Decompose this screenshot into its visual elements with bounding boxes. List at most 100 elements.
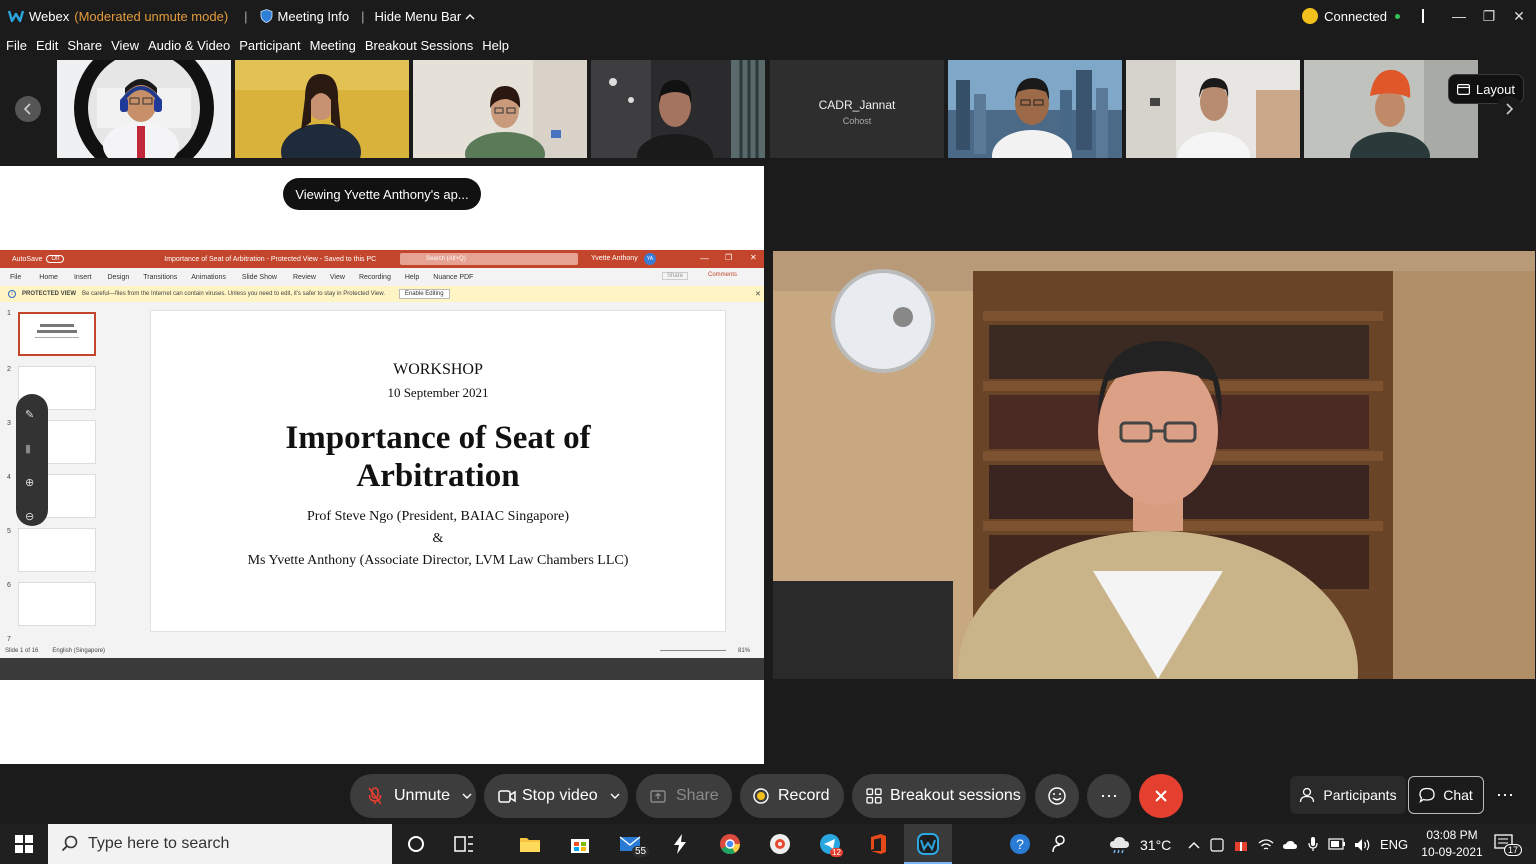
file-explorer-icon[interactable] — [518, 832, 542, 856]
menu-file[interactable]: File — [6, 38, 27, 53]
slide-ampersand: & — [432, 531, 444, 546]
ppt-tab: View — [329, 273, 345, 281]
menu-participant[interactable]: Participant — [239, 38, 300, 53]
menu-audio-video[interactable]: Audio & Video — [148, 38, 230, 53]
stop-video-button[interactable]: Stop video — [484, 774, 628, 818]
more-icon: ⋯ — [1496, 784, 1514, 805]
menu-view[interactable]: View — [111, 38, 139, 53]
share-button[interactable]: Share — [636, 774, 732, 818]
ppt-autosave-toggle: Off — [46, 255, 65, 263]
share-label: Share — [676, 787, 719, 804]
stop-video-label: Stop video — [522, 787, 598, 804]
clock-time[interactable]: 03:08 PM — [1420, 828, 1484, 842]
participant-video-tile[interactable] — [591, 60, 765, 158]
slide-thumbnail — [18, 582, 96, 626]
store-icon[interactable] — [568, 832, 592, 856]
ppt-search-box: Search (Alt+Q) — [400, 253, 578, 265]
weather-icon[interactable] — [1108, 832, 1132, 856]
people-icon[interactable] — [1050, 832, 1074, 856]
restore-button[interactable]: ❐ — [1474, 0, 1504, 32]
meeting-info-button[interactable]: Meeting Info — [260, 8, 350, 24]
mic-muted-icon — [368, 787, 382, 805]
cortana-icon[interactable] — [404, 832, 428, 856]
input-language[interactable]: ENG — [1380, 837, 1408, 852]
slide-number: 7 — [7, 636, 11, 643]
strip-next-button[interactable] — [1496, 96, 1522, 122]
chrome-icon[interactable] — [718, 832, 742, 856]
wifi-icon[interactable] — [1258, 838, 1274, 852]
participant-strip: CADR_Jannat Cohost Layout — [0, 60, 1536, 160]
participant-name-tile[interactable]: CADR_Jannat Cohost — [770, 60, 944, 158]
viewing-banner[interactable]: Viewing Yvette Anthony's ap... — [283, 178, 481, 210]
annotate-pen-icon[interactable]: ✎ — [25, 408, 34, 421]
clock-date[interactable]: 10-09-2021 — [1416, 845, 1488, 859]
slide-speaker2: Ms Yvette Anthony (Associate Director, L… — [247, 553, 629, 568]
slide-thumbnail — [18, 528, 96, 572]
battery-icon[interactable] — [1328, 838, 1346, 850]
shield-icon — [260, 9, 272, 23]
office-icon[interactable] — [866, 832, 890, 856]
eraser-icon[interactable]: ▮ — [25, 442, 31, 455]
participants-button[interactable]: Participants — [1290, 776, 1406, 814]
participant-video — [235, 60, 409, 158]
microphone-icon[interactable] — [1308, 836, 1318, 852]
slide-title-line1: Importance of Seat of — [285, 420, 591, 456]
slide-number: 1 — [7, 310, 11, 317]
title-divider: | — [361, 8, 365, 24]
close-window-button[interactable]: ✕ — [1504, 0, 1534, 32]
menu-meeting[interactable]: Meeting — [310, 38, 356, 53]
leave-meeting-button[interactable] — [1139, 774, 1183, 818]
slide-thumbnail — [18, 312, 96, 356]
cloud-sync-icon[interactable] — [1282, 838, 1298, 852]
title-divider: | — [244, 8, 248, 24]
webex-taskbar-item[interactable] — [904, 824, 952, 864]
shared-content-panel[interactable]: Viewing Yvette Anthony's ap... AutoSave … — [0, 166, 764, 764]
ppt-tab: Recording — [358, 273, 391, 281]
menu-breakout-sessions[interactable]: Breakout Sessions — [365, 38, 473, 53]
zoom-out-icon[interactable]: ⊖ — [25, 510, 34, 523]
reactions-button[interactable] — [1035, 774, 1079, 818]
help-icon[interactable]: ? — [1008, 832, 1032, 856]
participant-video — [591, 60, 765, 158]
tray-app-icon[interactable] — [1210, 838, 1224, 852]
strip-prev-button[interactable] — [15, 96, 41, 122]
menu-help[interactable]: Help — [482, 38, 509, 53]
hide-menu-label: Hide Menu Bar — [374, 8, 462, 24]
tray-gift-icon[interactable] — [1234, 838, 1248, 852]
record-button[interactable]: Record — [740, 774, 844, 818]
meeting-info-label: Meeting Info — [277, 8, 350, 24]
breakout-sessions-button[interactable]: Breakout sessions — [852, 774, 1026, 818]
participant-video-tile[interactable] — [1126, 60, 1300, 158]
participant-video-tile[interactable] — [413, 60, 587, 158]
unmute-button[interactable]: Unmute — [350, 774, 476, 818]
slide-date: 10 September 2021 — [387, 385, 489, 400]
protected-message: Be careful—files from the Internet can c… — [82, 291, 385, 297]
active-speaker-video[interactable] — [773, 251, 1535, 679]
connection-icon — [1302, 8, 1319, 24]
menu-share[interactable]: Share — [67, 38, 102, 53]
zoom-in-icon[interactable]: ⊕ — [25, 476, 34, 489]
hide-menu-bar-button[interactable]: Hide Menu Bar — [374, 9, 475, 24]
bolt-app-icon[interactable] — [668, 832, 692, 856]
chevron-up-icon[interactable] — [1188, 841, 1200, 849]
chat-button[interactable]: Chat — [1408, 776, 1484, 814]
slide-workshop: WORKSHOP — [393, 361, 483, 378]
windows-start-icon[interactable] — [15, 835, 33, 853]
panel-more-button[interactable]: ⋯ — [1488, 776, 1522, 814]
ppt-user-name: Yvette Anthony — [591, 255, 638, 262]
taskbar-search-box[interactable]: Type here to search — [48, 824, 392, 864]
annotation-toolbar: ✎ ▮ ⊕ ⊖ — [16, 394, 48, 526]
media-player-icon[interactable] — [768, 832, 792, 856]
zoom-slider — [660, 650, 726, 651]
minimize-button[interactable]: — — [1444, 0, 1474, 32]
connection-status: Connected — [1324, 8, 1387, 24]
status-zoom: 81% — [738, 648, 751, 654]
participant-video-tile[interactable] — [235, 60, 409, 158]
menu-edit[interactable]: Edit — [36, 38, 58, 53]
more-options-button[interactable]: ⋯ — [1087, 774, 1131, 818]
participant-video-tile[interactable] — [948, 60, 1122, 158]
speaker-icon[interactable] — [1354, 838, 1372, 852]
ppt-tab: Animations — [191, 273, 226, 281]
task-view-icon[interactable] — [452, 832, 476, 856]
participant-video-tile[interactable] — [57, 60, 231, 158]
